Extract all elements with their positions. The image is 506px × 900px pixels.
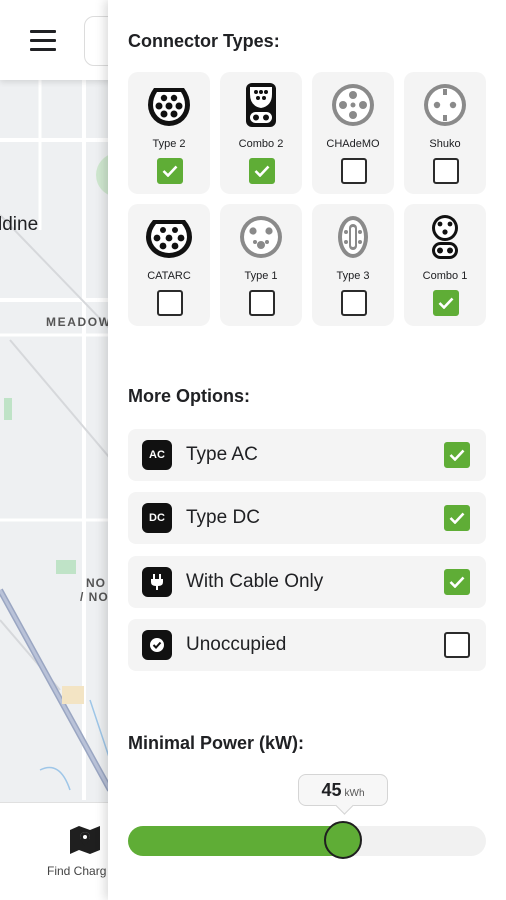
checkmark-icon <box>254 165 270 177</box>
power-value-tooltip: 45 kWh <box>298 774 388 806</box>
connector-checkbox-combo-2[interactable] <box>249 158 275 184</box>
type-3-plug-icon <box>338 216 368 258</box>
power-slider-fill <box>128 826 343 856</box>
connector-checkbox-shuko[interactable] <box>433 158 459 184</box>
checkmark-icon <box>438 297 454 309</box>
connector-checkbox-chademo[interactable] <box>341 158 367 184</box>
connector-label: Combo 1 <box>422 270 468 282</box>
combo-2-plug-icon <box>246 83 276 127</box>
connector-tile-type-3[interactable]: Type 3 <box>312 204 394 326</box>
map-label-no-2: / NO <box>80 590 109 604</box>
option-label: Unoccupied <box>186 634 287 655</box>
option-label: With Cable Only <box>186 571 324 592</box>
filter-panel: Connector Types: Type 2 Combo 2 CHAdeMO … <box>108 0 506 900</box>
checkmark-icon <box>449 512 465 524</box>
connector-tile-type-2[interactable]: Type 2 <box>128 72 210 194</box>
hamburger-menu-icon[interactable] <box>30 30 56 52</box>
type-2-plug-icon <box>148 88 190 126</box>
connector-label: CATARC <box>147 270 191 282</box>
connector-tile-combo-1[interactable]: Combo 1 <box>404 204 486 326</box>
connector-tile-type-1[interactable]: Type 1 <box>220 204 302 326</box>
map-label-meadow: MEADOW <box>46 315 112 329</box>
power-value: 45 <box>321 780 342 800</box>
ac-icon: AC <box>142 440 172 470</box>
plug-icon <box>142 567 172 597</box>
dc-icon: DC <box>142 503 172 533</box>
connector-tile-combo-2[interactable]: Combo 2 <box>220 72 302 194</box>
checkmark-icon <box>162 165 178 177</box>
checkmark-icon <box>449 449 465 461</box>
connector-checkbox-catarc[interactable] <box>157 290 183 316</box>
type-1-plug-icon <box>240 216 282 258</box>
connector-label: Shuko <box>429 138 461 150</box>
connector-checkbox-type-3[interactable] <box>341 290 367 316</box>
chademo-plug-icon <box>332 84 374 126</box>
connector-checkbox-type-2[interactable] <box>157 158 183 184</box>
option-checkbox-with-cable[interactable] <box>444 569 470 595</box>
connector-tile-shuko[interactable]: Shuko <box>404 72 486 194</box>
power-unit: kWh <box>344 788 365 799</box>
option-label: Type DC <box>186 507 260 528</box>
find-chargers-tab-label[interactable]: Find Charg <box>47 864 106 878</box>
option-label: Type AC <box>186 444 258 465</box>
map-label-no: NO <box>86 576 106 590</box>
option-checkbox-type-dc[interactable] <box>444 505 470 531</box>
checkmark-icon <box>449 576 465 588</box>
occupancy-icon <box>142 630 172 660</box>
connector-label: Type 2 <box>152 138 186 150</box>
power-slider-thumb[interactable] <box>324 821 362 859</box>
map-pin-icon[interactable] <box>68 824 102 854</box>
connector-label: Type 3 <box>336 270 370 282</box>
connector-label: CHAdeMO <box>326 138 380 150</box>
connector-types-title: Connector Types: <box>128 31 280 51</box>
option-unoccupied[interactable]: Unoccupied <box>128 619 486 671</box>
more-options-title: More Options: <box>128 386 250 406</box>
option-checkbox-type-ac[interactable] <box>444 442 470 468</box>
map-label-aldine: ldine <box>0 214 39 235</box>
connector-tile-catarc[interactable]: CATARC <box>128 204 210 326</box>
connector-checkbox-combo-1[interactable] <box>433 290 459 316</box>
check-circle-glyph <box>150 638 164 652</box>
connector-label: Type 1 <box>244 270 278 282</box>
shuko-plug-icon <box>424 84 466 126</box>
catarc-plug-icon <box>146 220 192 258</box>
option-type-dc[interactable]: DC Type DC <box>128 492 486 544</box>
power-slider-track[interactable] <box>128 821 486 859</box>
plug-glyph <box>151 574 163 590</box>
connector-checkbox-type-1[interactable] <box>249 290 275 316</box>
connector-label: Combo 2 <box>238 138 284 150</box>
option-checkbox-unoccupied[interactable] <box>444 632 470 658</box>
minimal-power-title: Minimal Power (kW): <box>128 733 305 753</box>
option-with-cable-only[interactable]: With Cable Only <box>128 556 486 608</box>
option-type-ac[interactable]: AC Type AC <box>128 429 486 481</box>
connector-tile-chademo[interactable]: CHAdeMO <box>312 72 394 194</box>
combo-1-plug-icon <box>432 215 458 259</box>
